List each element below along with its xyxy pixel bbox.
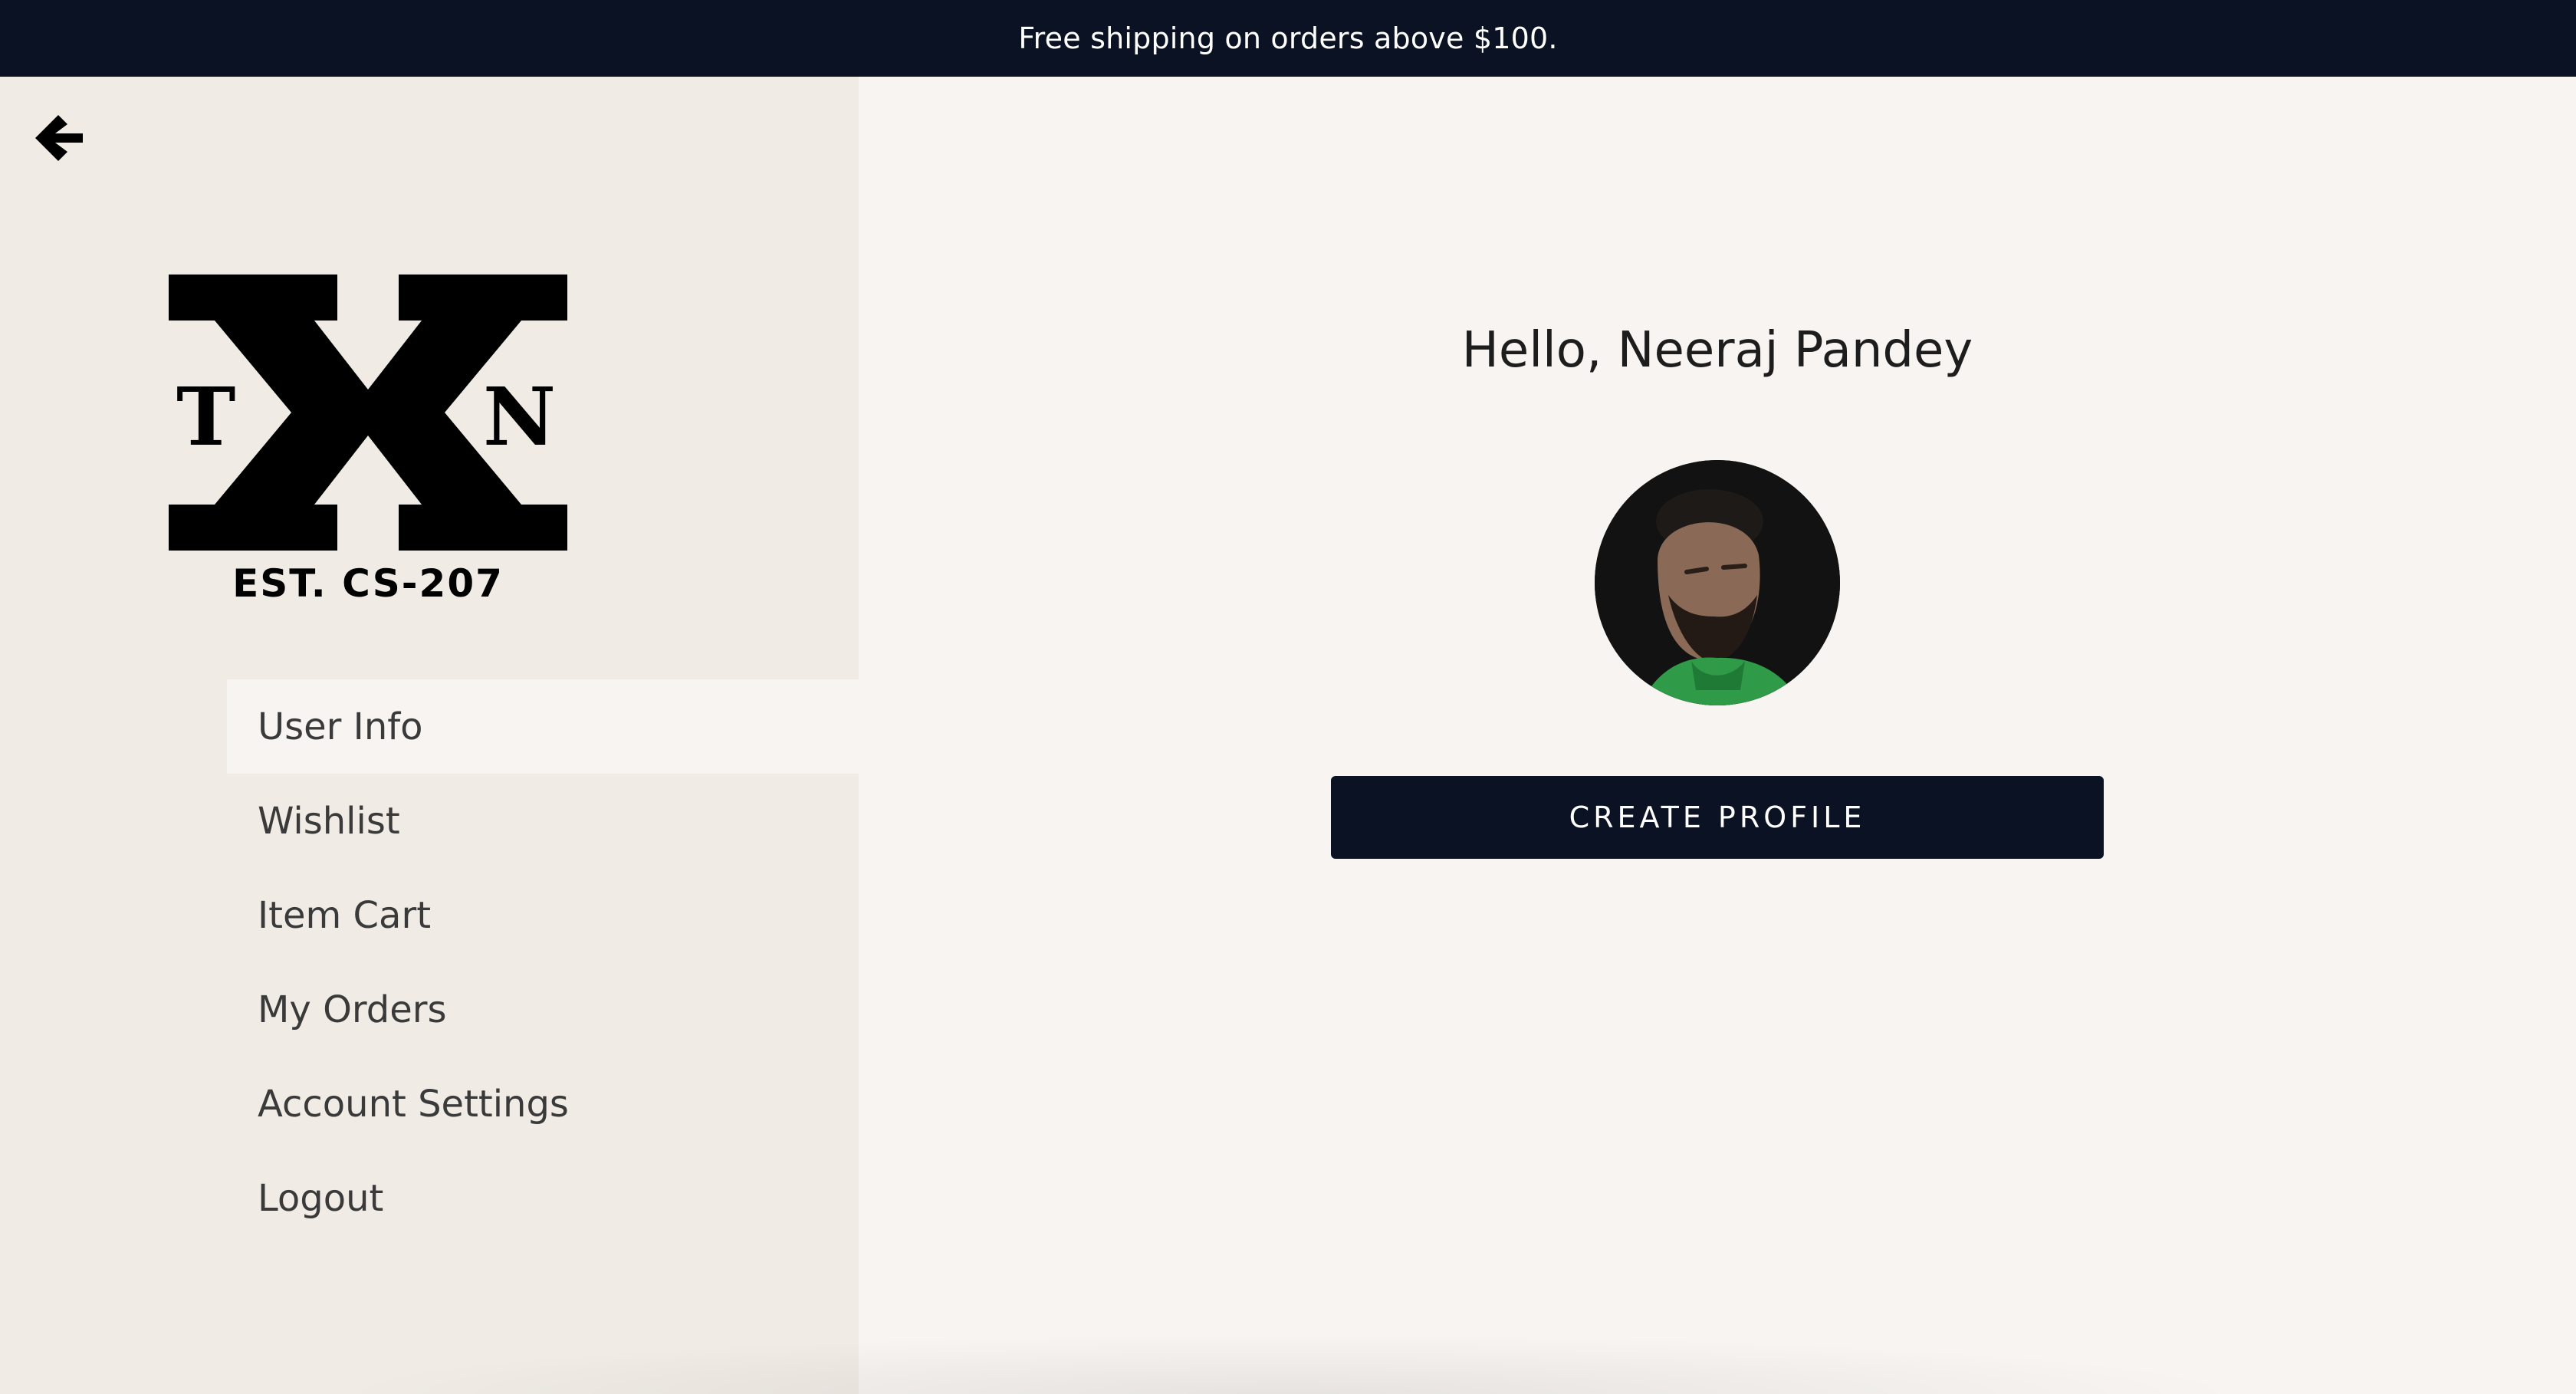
avatar xyxy=(1595,460,1840,705)
greeting-heading: Hello, Neeraj Pandey xyxy=(1461,322,1973,379)
promo-banner: Free shipping on orders above $100. xyxy=(0,0,2576,77)
sidebar-item-account-settings[interactable]: Account Settings xyxy=(227,1057,859,1151)
sidebar-nav: User Info Wishlist Item Cart My Orders A… xyxy=(227,679,859,1245)
logo-letter-right: N xyxy=(483,370,556,464)
create-profile-button[interactable]: CREATE PROFILE xyxy=(1331,776,2104,859)
sidebar-item-wishlist[interactable]: Wishlist xyxy=(227,774,859,868)
sidebar-item-user-info[interactable]: User Info xyxy=(227,679,859,774)
promo-text: Free shipping on orders above $100. xyxy=(1018,21,1558,55)
arrow-left-icon xyxy=(35,115,83,161)
logo-letter-left: T xyxy=(176,370,235,464)
back-button[interactable] xyxy=(28,107,89,169)
brand-logo: T N EST. CS-207 xyxy=(169,275,567,606)
sidebar-item-my-orders[interactable]: My Orders xyxy=(227,962,859,1057)
sidebar-item-item-cart[interactable]: Item Cart xyxy=(227,868,859,962)
logo-tagline: EST. CS-207 xyxy=(232,561,504,606)
sidebar: T N EST. CS-207 User Info Wishlist Item … xyxy=(0,77,859,1394)
sidebar-item-logout[interactable]: Logout xyxy=(227,1151,859,1245)
